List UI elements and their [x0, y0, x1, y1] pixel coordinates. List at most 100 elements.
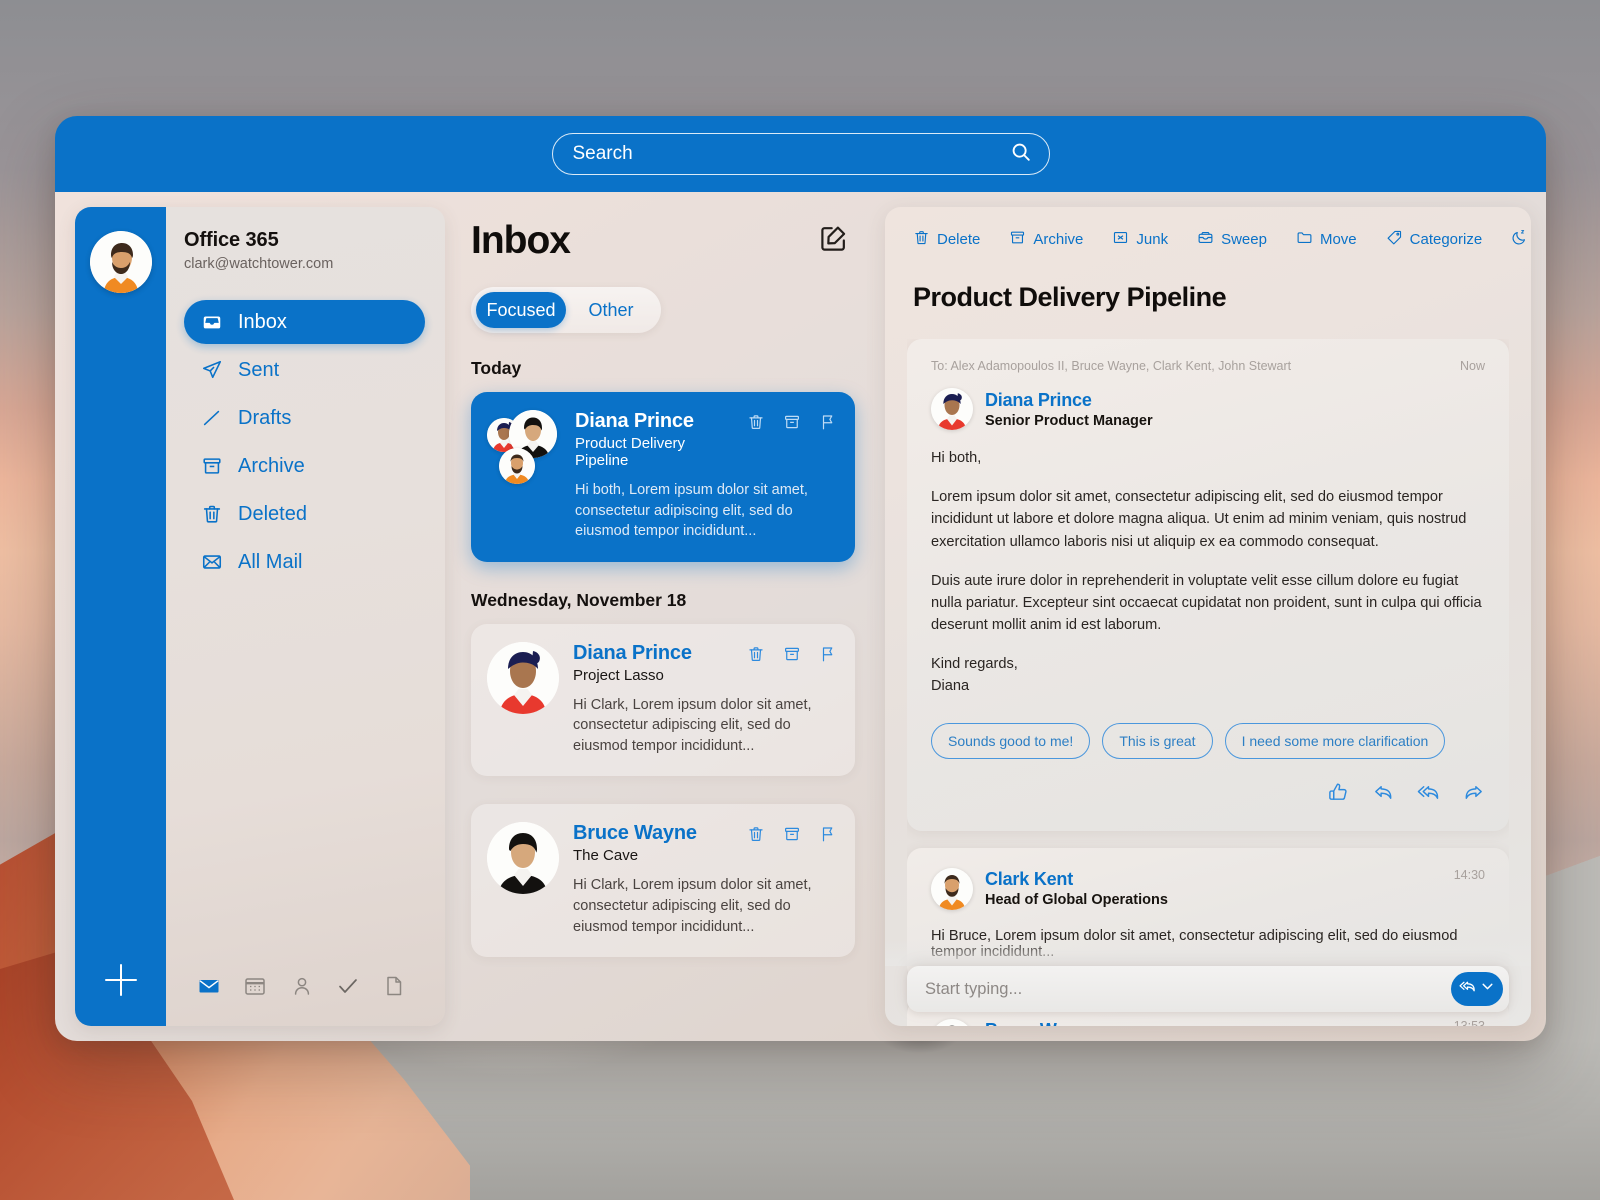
signature: Diana: [931, 678, 970, 695]
avatar: [487, 822, 559, 895]
list-item-body: Diana Prince Project Lasso Hi Clark, Lor…: [573, 642, 837, 757]
junk-button[interactable]: Junk: [1112, 229, 1168, 250]
reply-input[interactable]: [925, 979, 1451, 999]
list-item[interactable]: Diana Prince Product Delivery Pipeline H…: [471, 392, 855, 562]
trash-icon: [913, 229, 930, 250]
list-item-body: Diana Prince Product Delivery Pipeline H…: [575, 410, 837, 542]
archive-button[interactable]: Archive: [1009, 229, 1083, 250]
signoff: Kind regards,: [931, 656, 1018, 673]
timestamp: Now: [1459, 359, 1485, 373]
list-item[interactable]: Bruce Wayne The Cave Hi Clark, Lorem ips…: [471, 804, 855, 958]
sidebar: Office 365 clark@watchtower.com Inbox Se…: [75, 207, 445, 1026]
search-input[interactable]: [572, 143, 1010, 165]
delete-icon[interactable]: [747, 645, 765, 668]
snooze-button[interactable]: Snooze: [1511, 229, 1531, 250]
tab-focused[interactable]: Focused: [476, 292, 566, 328]
sidebar-item-all-mail[interactable]: All Mail: [184, 540, 425, 584]
calendar-icon[interactable]: [232, 966, 278, 1006]
tab-other[interactable]: Other: [566, 292, 656, 328]
search-bar[interactable]: [551, 133, 1050, 175]
reading-toolbar: Delete Archive Junk Sweep Move Categoriz…: [907, 225, 1526, 250]
forward-icon[interactable]: [1462, 781, 1485, 809]
sidebar-item-sent[interactable]: Sent: [184, 348, 425, 392]
subject: The Cave: [573, 847, 639, 865]
archive-icon[interactable]: [783, 825, 801, 848]
delete-button[interactable]: Delete: [913, 229, 980, 250]
preview-text: Hi both, Lorem ipsum dolor sit amet, con…: [575, 482, 808, 540]
send-reply-button[interactable]: [1451, 972, 1503, 1006]
categorize-button[interactable]: Categorize: [1386, 229, 1482, 250]
reply-composer[interactable]: [907, 966, 1509, 1012]
archive-icon[interactable]: [783, 413, 801, 436]
move-button[interactable]: Move: [1296, 229, 1357, 250]
sidebar-item-archive[interactable]: Archive: [184, 444, 425, 488]
sender-name: Diana Prince: [575, 410, 694, 432]
avatar-stack: [487, 410, 561, 484]
button-label: Delete: [937, 231, 981, 248]
avatar: [499, 448, 535, 484]
button-label: Archive: [1033, 231, 1084, 248]
message-card-expanded[interactable]: To: Alex Adamopoulos II, Bruce Wayne, Cl…: [907, 339, 1509, 831]
row-actions: [747, 642, 837, 668]
quick-reply-chips: Sounds good to me! This is great I need …: [931, 722, 1485, 759]
people-icon[interactable]: [278, 966, 324, 1006]
files-icon[interactable]: [371, 966, 417, 1006]
sender-name: Bruce Wayne: [573, 822, 697, 845]
sidebar-item-label: Inbox: [238, 310, 287, 333]
avatar[interactable]: [89, 231, 152, 293]
sidebar-item-deleted[interactable]: Deleted: [184, 492, 425, 536]
chevron-down-icon[interactable]: [1479, 978, 1496, 1000]
delete-icon[interactable]: [747, 825, 765, 848]
app-titlebar: [55, 116, 1546, 192]
button-label: Move: [1319, 231, 1357, 248]
reply-icon[interactable]: [1372, 781, 1395, 809]
tag-icon: [1386, 229, 1403, 250]
sweep-button[interactable]: Sweep: [1197, 229, 1267, 250]
flag-icon[interactable]: [819, 825, 837, 848]
flag-icon[interactable]: [819, 645, 837, 668]
archive-icon: [1009, 229, 1026, 250]
row-actions: [747, 410, 837, 436]
date-group-label: Today: [471, 358, 522, 378]
sidebar-bottom-bar: [184, 952, 425, 1026]
sidebar-item-label: All Mail: [238, 550, 303, 573]
thumbs-up-icon[interactable]: [1327, 781, 1350, 809]
envelope-icon: [200, 550, 224, 574]
list-item-body: Bruce Wayne The Cave Hi Clark, Lorem ips…: [573, 822, 837, 937]
sidebar-item-drafts[interactable]: Drafts: [184, 396, 425, 440]
sweep-icon: [1197, 229, 1214, 250]
sender-role: Head of Global Operations: [985, 892, 1168, 909]
search-icon[interactable]: [1010, 141, 1032, 168]
inbox-icon: [200, 310, 224, 334]
moon-icon: [1511, 229, 1528, 250]
junk-icon: [1112, 229, 1129, 250]
page-title: Inbox: [471, 219, 571, 262]
account-name: Office 365: [184, 229, 279, 251]
flag-icon[interactable]: [819, 413, 837, 436]
archive-icon: [200, 454, 224, 478]
timestamp: 14:30: [1453, 867, 1485, 882]
greeting: Hi both,: [931, 450, 982, 466]
sender-name: Diana Prince: [573, 641, 692, 664]
quick-reply-chip[interactable]: I need some more clarification: [1224, 722, 1446, 759]
focused-other-toggle: Focused Other: [471, 287, 661, 333]
preview-text: Hi Clark, Lorem ipsum dolor sit amet, co…: [573, 696, 812, 754]
button-label: Sweep: [1221, 231, 1267, 248]
add-account-button[interactable]: [101, 960, 141, 1000]
sender-name: Bruce Wayne: [985, 1020, 1131, 1026]
reply-all-icon[interactable]: [1417, 781, 1440, 809]
list-item[interactable]: Diana Prince Project Lasso Hi Clark, Lor…: [471, 623, 855, 777]
compose-icon[interactable]: [818, 223, 849, 259]
send-icon: [200, 358, 224, 382]
message-card-collapsed[interactable]: Clark Kent Head of Global Operations 14:…: [907, 847, 1509, 982]
archive-icon[interactable]: [783, 645, 801, 668]
pencil-icon: [200, 406, 224, 430]
delete-icon[interactable]: [747, 413, 765, 436]
quick-reply-chip[interactable]: This is great: [1102, 722, 1213, 759]
quick-reply-chip[interactable]: Sounds good to me!: [931, 722, 1091, 759]
mail-icon[interactable]: [186, 966, 232, 1006]
sidebar-item-inbox[interactable]: Inbox: [184, 300, 425, 344]
recipients: To: Alex Adamopoulos II, Bruce Wayne, Cl…: [931, 359, 1292, 373]
avatar: [931, 867, 973, 910]
tasks-icon[interactable]: [325, 966, 371, 1006]
